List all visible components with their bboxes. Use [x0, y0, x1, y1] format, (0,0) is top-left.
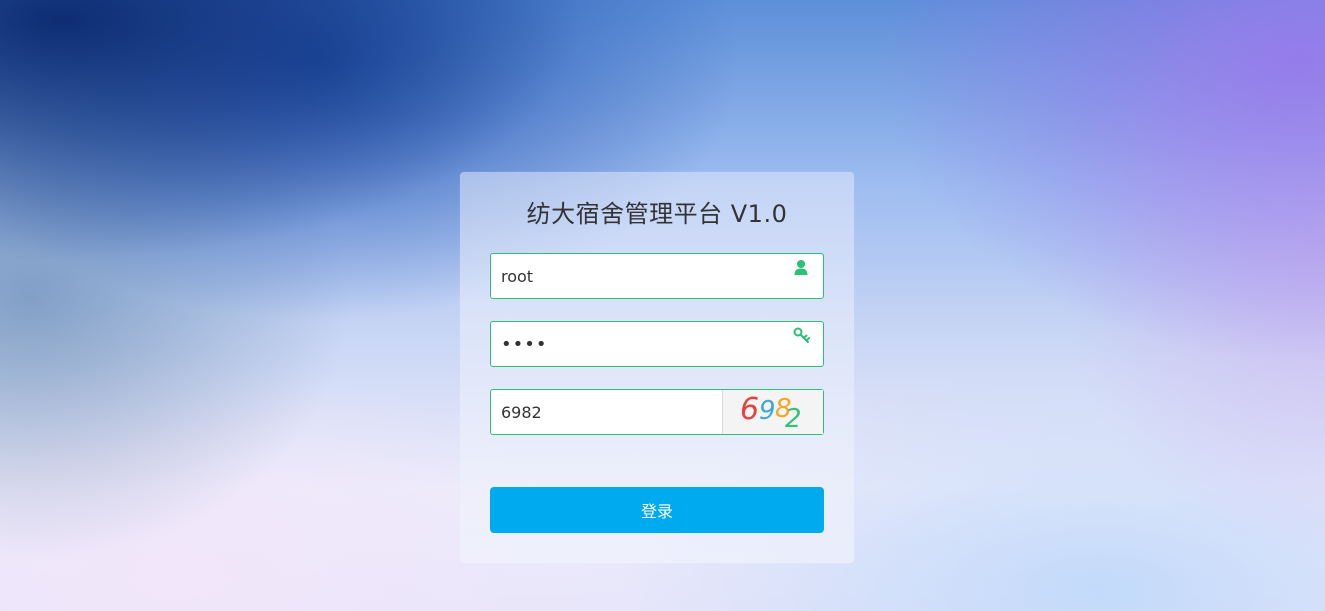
username-input[interactable] — [491, 254, 791, 298]
captcha-image[interactable]: 6 9 8 2 — [722, 390, 823, 434]
page-title: 纺大宿舍管理平台 V1.0 — [526, 200, 788, 228]
login-button[interactable]: 登录 — [490, 487, 824, 533]
key-icon — [793, 327, 810, 345]
captcha-char: 6 — [740, 392, 760, 427]
captcha-char: 2 — [785, 404, 802, 434]
user-icon — [793, 259, 809, 277]
login-card: 纺大宿舍管理平台 V1.0 6 9 8 2 登录 — [460, 172, 854, 563]
username-field[interactable] — [490, 253, 824, 299]
password-field[interactable] — [490, 321, 824, 367]
password-input[interactable] — [491, 322, 791, 366]
captcha-field[interactable]: 6 9 8 2 — [490, 389, 824, 435]
captcha-input[interactable] — [491, 390, 721, 434]
captcha-char: 9 — [759, 396, 776, 426]
